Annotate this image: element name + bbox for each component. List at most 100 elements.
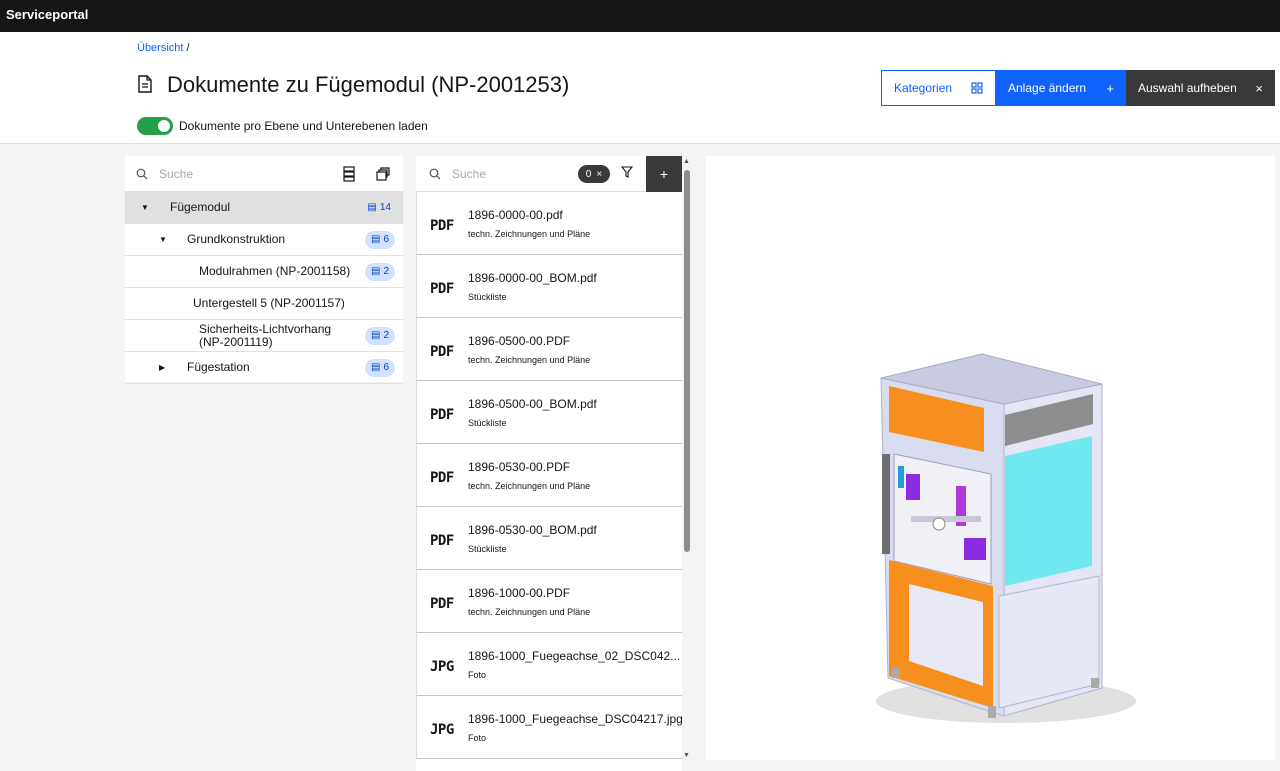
tree-search-placeholder: Suche: [159, 166, 194, 181]
caret-right-icon[interactable]: ▶: [159, 363, 165, 372]
app-header: Serviceportal: [0, 0, 1280, 32]
document-item[interactable]: JPG 1896-1000_Fuegeachse_02_DSC042... Fo…: [416, 633, 682, 696]
load-sublevels-toggle-group: Dokumente pro Ebene und Unterebenen lade…: [137, 117, 428, 135]
close-icon[interactable]: ×: [596, 169, 602, 180]
tree-item-label: Modulrahmen (NP-2001158): [199, 264, 351, 278]
pdf-file-icon: PDF: [430, 344, 454, 360]
page-header: Übersicht / Dokumente zu Fügemodul (NP-2…: [0, 32, 1280, 144]
clear-selection-label: Auswahl aufheben: [1138, 81, 1237, 95]
document-item[interactable]: PDF 1896-0500-00.PDF techn. Zeichnungen …: [416, 318, 682, 381]
documents-icon: ▤: [367, 202, 377, 213]
document-count-badge: ▤ 6: [364, 358, 395, 377]
document-item[interactable]: JPG 1896-1000_Fuegeachse_DSC04217.jpg Fo…: [416, 696, 682, 759]
document-category: Stückliste: [468, 544, 507, 554]
collapse-all-icon[interactable]: [373, 166, 393, 181]
categories-label: Kategorien: [894, 81, 953, 95]
document-category: techn. Zeichnungen und Pläne: [468, 481, 591, 491]
document-name: 1896-0000-00_BOM.pdf: [468, 271, 597, 285]
document-count: 2: [383, 330, 389, 341]
pdf-file-icon: PDF: [430, 596, 454, 612]
pdf-file-icon: PDF: [430, 407, 454, 423]
document-item[interactable]: PDF 1896-0530-00.PDF techn. Zeichnungen …: [416, 444, 682, 507]
grid-icon: [971, 82, 983, 94]
document-list-panel: Suche 0 × + PDF 1896-0000-00.pdf techn. …: [416, 156, 682, 771]
document-name: 1896-0500-00_BOM.pdf: [468, 397, 597, 411]
jpg-file-icon: JPG: [430, 659, 454, 675]
document-count-badge: ▤ 2: [364, 262, 395, 281]
jpg-file-icon: JPG: [430, 722, 454, 738]
document-count: 6: [383, 362, 389, 373]
document-count-badge: ▤ 2: [364, 326, 395, 345]
document-icon: [138, 75, 152, 93]
documents-icon: ▤: [370, 362, 381, 373]
document-category: techn. Zeichnungen und Pläne: [468, 607, 591, 617]
document-category: Stückliste: [468, 418, 507, 428]
change-asset-button[interactable]: Anlage ändern +: [996, 70, 1126, 106]
document-category: Stückliste: [468, 292, 507, 302]
tree-item-label: Fügestation: [187, 360, 250, 374]
documents-icon: ▤: [370, 330, 381, 341]
tree-item-fuegestation[interactable]: ▶ Fügestation ▤ 6: [125, 352, 403, 384]
document-count: 2: [383, 266, 389, 277]
toggle-label: Dokumente pro Ebene und Unterebenen lade…: [179, 119, 428, 133]
search-icon: [136, 168, 148, 179]
document-name: 1896-1000_Fuegeachse_DSC04217.jpg: [468, 712, 682, 726]
documents-icon: ▤: [370, 234, 381, 245]
document-item[interactable]: PDF 1896-0500-00_BOM.pdf Stückliste: [416, 381, 682, 444]
document-item[interactable]: PDF 1896-0530-00_BOM.pdf Stückliste: [416, 507, 682, 570]
page-title: Dokumente zu Fügemodul (NP-2001253): [167, 72, 570, 97]
tree-item-lichtvorhang[interactable]: Sicherheits-Lichtvorhang (NP-2001119) ▤ …: [125, 320, 403, 352]
tree-item-label: Untergestell 5 (NP-2001157): [193, 296, 345, 310]
load-sublevels-toggle[interactable]: [137, 117, 173, 135]
document-item[interactable]: PDF 1896-1000-00.PDF techn. Zeichnungen …: [416, 570, 682, 633]
tree-item-label: Grundkonstruktion: [187, 232, 286, 246]
document-item[interactable]: PDF 1896-0000-00_BOM.pdf Stückliste: [416, 255, 682, 318]
pdf-file-icon: PDF: [430, 218, 454, 234]
close-icon: ×: [1255, 80, 1263, 96]
document-search[interactable]: Suche 0 × +: [416, 156, 682, 192]
plus-icon: +: [1106, 80, 1114, 96]
caret-down-icon[interactable]: ▼: [141, 203, 149, 212]
document-name: 1896-0530-00_BOM.pdf: [468, 523, 597, 537]
breadcrumb-link-overview[interactable]: Übersicht: [137, 42, 183, 54]
tree-item-fuegemodul[interactable]: ▼ Fügemodul ▤ 14: [125, 192, 403, 224]
scroll-thumb[interactable]: [684, 170, 690, 552]
document-count: 6: [383, 234, 389, 245]
document-name: 1896-0500-00.PDF: [468, 334, 571, 348]
document-count-badge: ▤ 14: [361, 199, 397, 217]
add-document-button[interactable]: +: [646, 156, 682, 192]
action-buttons: Kategorien Anlage ändern + Auswahl aufhe…: [881, 70, 1275, 106]
tree-item-grundkonstruktion[interactable]: ▼ Grundkonstruktion ▤ 6: [125, 224, 403, 256]
documents-icon: ▤: [370, 266, 381, 277]
tree-item-label: Sicherheits-Lichtvorhang (NP-2001119): [199, 321, 332, 349]
document-category: Foto: [468, 733, 487, 743]
breadcrumb-separator: /: [186, 42, 190, 54]
tree-search[interactable]: Suche: [125, 156, 403, 192]
document-item[interactable]: PDF 1896-0000-00.pdf techn. Zeichnungen …: [416, 192, 682, 255]
scroll-up-icon[interactable]: ▲: [683, 158, 690, 165]
filter-count: 0: [585, 168, 592, 180]
tree-item-modulrahmen[interactable]: Modulrahmen (NP-2001158) ▤ 2: [125, 256, 403, 288]
tree-item-label: Fügemodul: [170, 200, 231, 214]
caret-down-icon[interactable]: ▼: [159, 235, 167, 244]
machine-3d-preview-image: [876, 353, 1136, 723]
filter-icon[interactable]: [621, 166, 633, 178]
clear-selection-button[interactable]: Auswahl aufheben ×: [1126, 70, 1275, 106]
document-name: 1896-1000-00.PDF: [468, 586, 571, 600]
document-category: techn. Zeichnungen und Pläne: [468, 229, 591, 239]
document-name: 1896-0530-00.PDF: [468, 460, 571, 474]
filter-count-chip[interactable]: 0 ×: [578, 165, 610, 183]
pdf-file-icon: PDF: [430, 281, 454, 297]
search-icon: [429, 168, 441, 179]
document-name: 1896-0000-00.pdf: [468, 208, 563, 222]
app-title[interactable]: Serviceportal: [6, 7, 88, 22]
document-count-badge: ▤ 6: [364, 230, 395, 249]
document-preview: [706, 156, 1275, 760]
categories-button[interactable]: Kategorien: [881, 70, 996, 106]
change-asset-label: Anlage ändern: [1008, 81, 1087, 95]
document-category: Foto: [468, 670, 487, 680]
document-list-scrollbar[interactable]: ▲ ▼: [682, 156, 692, 761]
tree-item-untergestell[interactable]: Untergestell 5 (NP-2001157): [125, 288, 403, 320]
tree-view-icon[interactable]: [339, 165, 359, 182]
scroll-down-icon[interactable]: ▼: [683, 752, 690, 759]
